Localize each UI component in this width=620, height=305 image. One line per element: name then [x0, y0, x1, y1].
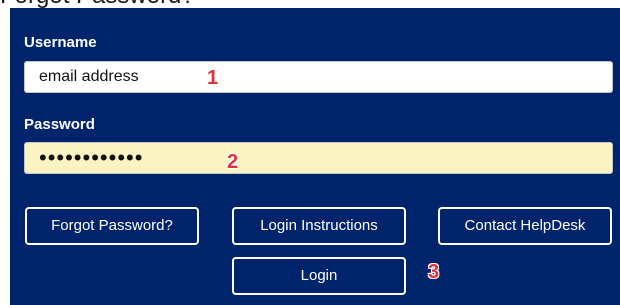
- username-field[interactable]: [24, 61, 613, 93]
- password-label: Password: [24, 116, 95, 133]
- step-marker-1: 1: [207, 67, 219, 89]
- login-button[interactable]: Login: [232, 257, 406, 295]
- login-panel: Username Password Forgot Password? Login…: [10, 8, 620, 305]
- username-label: Username: [24, 34, 97, 51]
- step-marker-3: 3: [428, 261, 440, 283]
- login-instructions-button[interactable]: Login Instructions: [232, 207, 406, 245]
- password-field[interactable]: [24, 142, 613, 174]
- forgot-password-button[interactable]: Forgot Password?: [25, 207, 199, 245]
- page-heading: Forgot Password?: [0, 0, 195, 8]
- step-marker-2: 2: [227, 151, 239, 173]
- contact-helpdesk-button[interactable]: Contact HelpDesk: [438, 207, 612, 245]
